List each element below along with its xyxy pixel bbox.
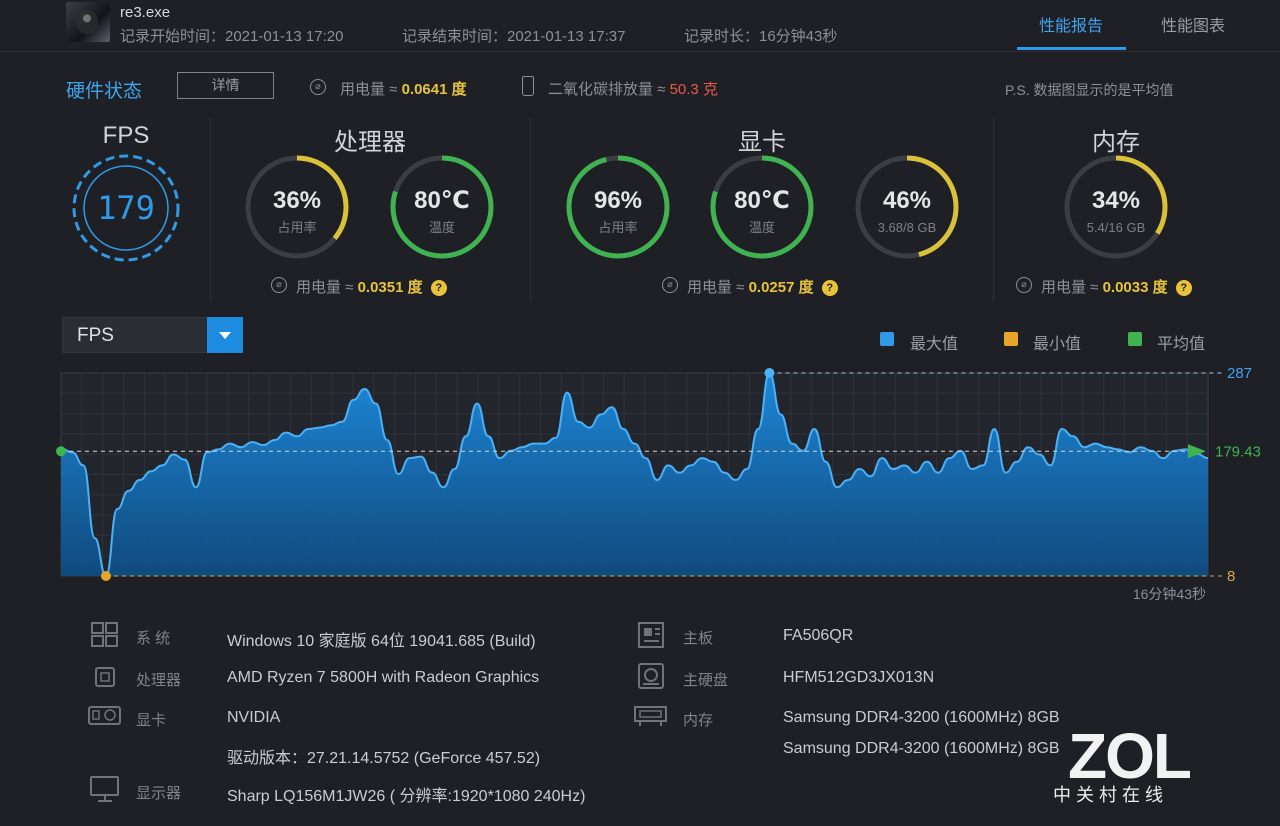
gpu-usage-label: 占用率: [598, 220, 637, 235]
windows-icon: [91, 622, 119, 648]
divider: [210, 118, 211, 303]
motherboard-value: FA506QR: [783, 627, 854, 644]
hardware-status-title: 硬件状态: [66, 81, 143, 102]
gpu-vram-gauge: 46% 3.68/8 GB: [855, 155, 959, 259]
gpu-usage-gauge: 96% 占用率: [566, 155, 670, 259]
memory-usage-value: 34%: [1092, 187, 1140, 214]
max-point: [764, 368, 775, 378]
game-thumbnail: [66, 2, 110, 42]
gpu-temp-gauge: 80℃ 温度: [710, 155, 814, 259]
y-min-label: 8: [1227, 568, 1235, 585]
legend-max-label: 最大值: [910, 336, 959, 353]
os-value: Windows 10 家庭版 64位 19041.685 (Build): [227, 633, 536, 650]
memory-usage-gauge: 34% 5.4/16 GB: [1064, 155, 1168, 259]
memory-power-value: 0.0033 度: [1102, 279, 1168, 296]
zol-subtitle: 中关村在线: [1053, 785, 1168, 805]
legend-min-label: 最小值: [1033, 336, 1082, 353]
chevron-down-icon[interactable]: [207, 317, 243, 353]
cpu-power: 用电量 ≈ 0.0351 度 ?: [296, 276, 447, 297]
cpu-power-label: 用电量 ≈: [296, 279, 354, 296]
gpu-icon: [88, 705, 122, 727]
help-icon[interactable]: ?: [1175, 280, 1192, 297]
legend-max-swatch: [880, 332, 894, 346]
tab-performance-chart[interactable]: 性能图表: [1161, 12, 1225, 36]
divider: [530, 118, 531, 303]
monitor-icon: [90, 775, 120, 803]
duration: 记录时长：16分钟43秒: [684, 28, 838, 45]
memory-power: 用电量 ≈ 0.0033 度 ?: [1041, 276, 1192, 297]
ps-note: P.S. 数据图显示的是平均值: [1005, 82, 1174, 98]
cpu-temp-gauge: 80℃ 温度: [390, 155, 494, 259]
cpu-usage-value: 36%: [273, 187, 321, 214]
gpu-key: 显卡: [136, 712, 167, 729]
cpu-power-value: 0.0351 度: [357, 279, 423, 296]
motherboard-key: 主板: [683, 630, 714, 647]
process-name: re3.exe: [120, 4, 171, 21]
end-time: 记录结束时间：2021-01-13 17:37: [402, 28, 626, 45]
y-avg-label: 179.43: [1215, 443, 1261, 460]
x-end-label: 16分钟43秒: [1133, 586, 1206, 602]
display-value: Sharp LQ156M1JW26 ( 分辨率:1920*1080 240Hz): [227, 788, 586, 805]
power-icon: ⌀: [271, 277, 287, 293]
power-icon: ⌀: [1016, 277, 1032, 293]
gpu-usage-value: 96%: [594, 187, 642, 214]
power-icon: ⌀: [310, 79, 326, 95]
cpu-icon: [92, 664, 118, 690]
legend-avg-label: 平均值: [1157, 336, 1206, 353]
total-power-label: 用电量 ≈: [340, 81, 398, 98]
gpu-power: 用电量 ≈ 0.0257 度 ?: [687, 276, 838, 297]
memory-key: 内存: [683, 712, 714, 729]
memory-usage-label: 5.4/16 GB: [1087, 220, 1146, 235]
cpu-usage-label: 占用率: [277, 220, 316, 235]
display-key: 显示器: [136, 785, 182, 802]
metric-select-value: FPS: [77, 325, 114, 346]
cpu-usage-gauge: 36% 占用率: [245, 155, 349, 259]
legend-min-swatch: [1004, 332, 1018, 346]
avg-point: [56, 446, 66, 457]
cpu-value: AMD Ryzen 7 5800H with Radeon Graphics: [227, 669, 540, 686]
gpu-power-label: 用电量 ≈: [687, 279, 745, 296]
tab-performance-report[interactable]: 性能报告: [1039, 12, 1103, 36]
memory-power-label: 用电量 ≈: [1041, 279, 1099, 296]
legend-avg-swatch: [1128, 332, 1142, 346]
min-point: [100, 571, 111, 581]
co2-label: 二氧化碳排放量 ≈: [548, 81, 666, 98]
gpu-vram-label: 3.68/8 GB: [878, 220, 937, 235]
total-power-value: 0.0641 度: [401, 81, 467, 98]
active-tab-indicator: [1017, 47, 1126, 50]
memory-icon: [634, 705, 668, 727]
gpu-value: NVIDIA: [227, 709, 281, 726]
disk-key: 主硬盘: [683, 672, 729, 689]
fps-title: FPS: [102, 122, 150, 149]
memory-value-1: Samsung DDR4-3200 (1600MHz) 8GB: [783, 709, 1060, 726]
help-icon[interactable]: ?: [430, 280, 447, 297]
disk-value: HFM512GD3JX013N: [783, 669, 935, 686]
cpu-temp-label: 温度: [429, 220, 455, 235]
gpu-power-value: 0.0257 度: [748, 279, 814, 296]
gpu-vram-value: 46%: [883, 187, 931, 214]
power-icon: ⌀: [662, 277, 678, 293]
total-power: 用电量 ≈ 0.0641 度: [340, 78, 467, 99]
co2-icon: [522, 76, 534, 96]
disk-icon: [637, 662, 665, 690]
memory-value-2: Samsung DDR4-3200 (1600MHz) 8GB: [783, 740, 1060, 757]
fps-area-chart: 287 179.43 8 16分钟43秒: [56, 365, 1261, 602]
motherboard-icon: [637, 621, 665, 649]
zol-logo: ZOL: [1068, 720, 1192, 792]
fps-value: 179: [97, 189, 155, 227]
gpu-temp-value: 80℃: [734, 187, 790, 214]
gpu-temp-label: 温度: [749, 220, 775, 235]
driver-version: 驱动版本：27.21.14.5752 (GeForce 457.52): [227, 750, 541, 767]
co2-value: 50.3 克: [669, 81, 718, 98]
fps-dial: 179: [72, 154, 180, 262]
detail-button[interactable]: 详情: [177, 72, 274, 99]
divider: [993, 118, 994, 303]
cpu-temp-value: 80℃: [414, 187, 470, 214]
help-icon[interactable]: ?: [821, 280, 838, 297]
co2-emission: 二氧化碳排放量 ≈ 50.3 克: [548, 78, 718, 99]
cpu-key: 处理器: [136, 672, 182, 689]
os-key: 系 统: [136, 630, 171, 647]
start-time: 记录开始时间：2021-01-13 17:20: [120, 28, 344, 45]
y-max-label: 287: [1227, 365, 1252, 382]
